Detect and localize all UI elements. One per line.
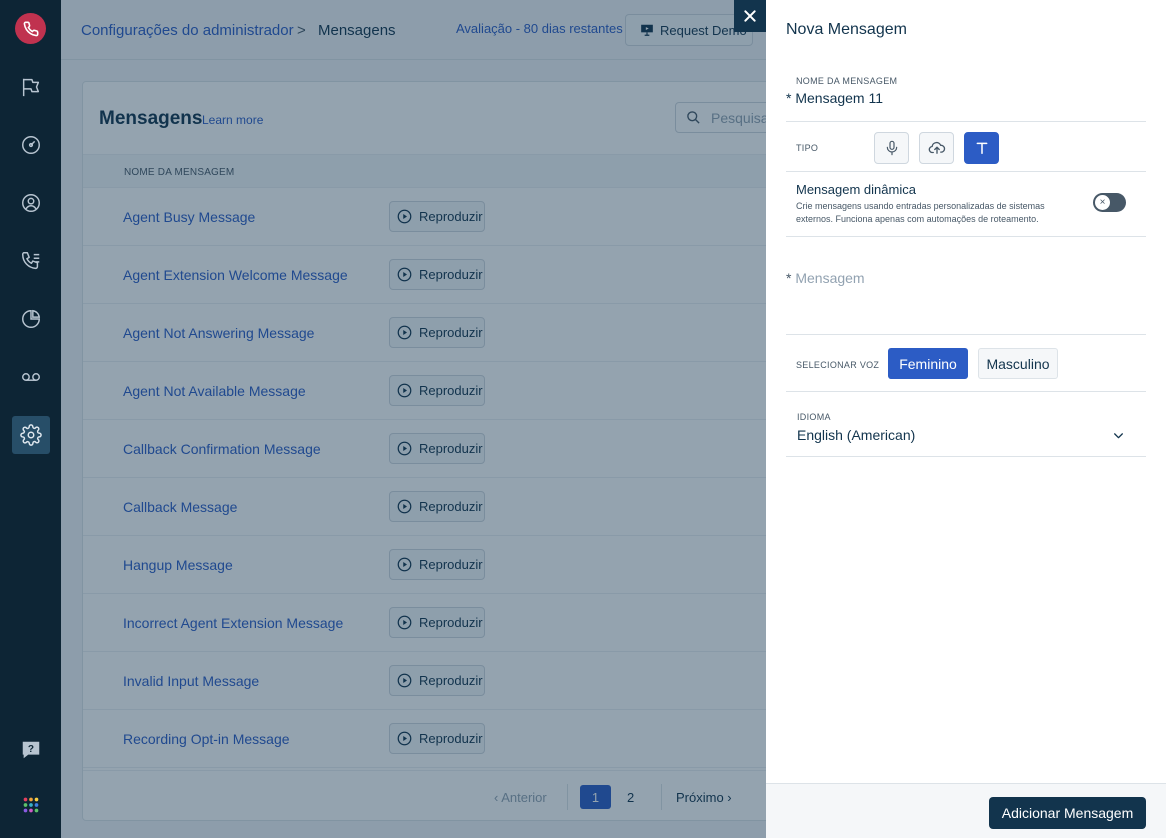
language-select[interactable]: IDIOMA English (American) bbox=[786, 392, 1146, 457]
chevron-down-icon[interactable] bbox=[1112, 429, 1125, 442]
cloud-upload-icon bbox=[928, 141, 945, 154]
required-mark: * bbox=[786, 270, 792, 286]
language-label: IDIOMA bbox=[797, 412, 831, 422]
dashboard-gauge-icon[interactable] bbox=[12, 126, 50, 164]
type-upload-button[interactable] bbox=[919, 132, 954, 164]
close-icon bbox=[744, 10, 756, 22]
sidebar: ? bbox=[0, 0, 61, 838]
language-value: English (American) bbox=[797, 427, 916, 443]
flag-icon[interactable] bbox=[12, 68, 50, 106]
voice-male-button[interactable]: Masculino bbox=[978, 348, 1058, 379]
required-mark: * bbox=[786, 90, 792, 106]
call-log-icon[interactable] bbox=[12, 242, 50, 280]
dynamic-message-description: Crie mensagens usando entradas personali… bbox=[796, 201, 1045, 224]
settings-gear-icon[interactable] bbox=[12, 416, 50, 454]
message-name-field[interactable]: NOME DA MENSAGEM * Mensagem 11 bbox=[786, 72, 1146, 122]
contact-user-icon[interactable] bbox=[12, 184, 50, 222]
panel-title: Nova Mensagem bbox=[786, 21, 907, 38]
voicemail-icon[interactable] bbox=[12, 358, 50, 396]
voice-label: SELECIONAR VOZ bbox=[796, 360, 880, 370]
add-message-button[interactable]: Adicionar Mensagem bbox=[989, 797, 1146, 829]
message-name-value[interactable]: Mensagem 11 bbox=[795, 90, 883, 106]
message-text-field[interactable]: * Mensagem bbox=[786, 237, 1146, 335]
close-panel-button[interactable] bbox=[734, 0, 766, 32]
type-text-button[interactable] bbox=[964, 132, 999, 164]
modal-backdrop[interactable] bbox=[61, 0, 766, 838]
message-text-placeholder: Mensagem bbox=[795, 270, 865, 286]
message-name-label: NOME DA MENSAGEM bbox=[796, 76, 898, 86]
voice-female-button[interactable]: Feminino bbox=[888, 348, 968, 379]
microphone-icon bbox=[886, 140, 897, 156]
type-record-button[interactable] bbox=[874, 132, 909, 164]
phone-logo-icon[interactable] bbox=[15, 13, 46, 44]
svg-text:?: ? bbox=[28, 744, 34, 755]
apps-grid-icon[interactable] bbox=[12, 786, 50, 824]
dynamic-message-toggle[interactable]: × bbox=[1093, 193, 1126, 212]
analytics-pie-icon[interactable] bbox=[12, 300, 50, 338]
panel-footer: Adicionar Mensagem bbox=[766, 783, 1166, 838]
toggle-off-icon: × bbox=[1095, 195, 1110, 210]
type-label: TIPO bbox=[796, 143, 819, 153]
dynamic-message-title: Mensagem dinâmica bbox=[796, 182, 916, 197]
text-type-icon bbox=[976, 142, 987, 155]
dynamic-message-row: Mensagem dinâmica Crie mensagens usando … bbox=[786, 172, 1146, 237]
help-chat-icon[interactable]: ? bbox=[12, 731, 50, 769]
new-message-panel: Nova Mensagem NOME DA MENSAGEM * Mensage… bbox=[766, 0, 1166, 838]
